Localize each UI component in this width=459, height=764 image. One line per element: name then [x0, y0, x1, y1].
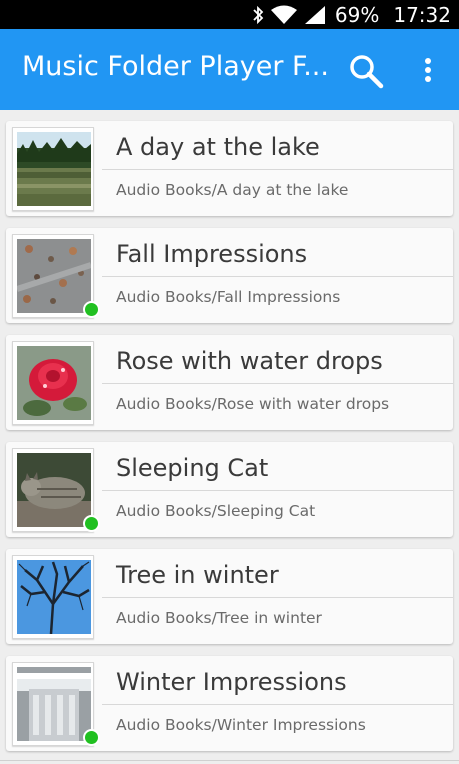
folder-title: Sleeping Cat [116, 454, 269, 482]
divider [102, 704, 453, 705]
folder-path: Audio Books/Fall Impressions [116, 288, 341, 306]
folder-item[interactable]: Rose with water drops Audio Books/Rose w… [6, 335, 453, 430]
bottom-divider [0, 760, 459, 761]
divider [102, 276, 453, 277]
folder-title: A day at the lake [116, 133, 320, 161]
playing-indicator [83, 729, 100, 746]
folder-title: Tree in winter [116, 561, 279, 589]
folder-item[interactable]: Tree in winter Audio Books/Tree in winte… [6, 549, 453, 644]
battery-level: 69% [334, 2, 380, 27]
playing-indicator [83, 515, 100, 532]
folder-path: Audio Books/Winter Impressions [116, 716, 366, 734]
divider [102, 490, 453, 491]
folder-item[interactable]: Winter Impressions Audio Books/Winter Im… [6, 656, 453, 751]
clock: 17:32 [393, 2, 451, 27]
folder-thumbnail [12, 555, 94, 639]
folder-item[interactable]: A day at the lake Audio Books/A day at t… [6, 121, 453, 216]
folder-path: Audio Books/A day at the lake [116, 181, 349, 199]
leaves-image [17, 239, 91, 313]
divider [102, 169, 453, 170]
folder-thumbnail [12, 127, 94, 211]
app-title: Music Folder Player F... [22, 51, 329, 82]
folder-title: Fall Impressions [116, 240, 308, 268]
folder-title: Winter Impressions [116, 668, 347, 696]
divider [102, 597, 453, 598]
more-vert-icon [425, 58, 431, 82]
folder-thumbnail [12, 448, 100, 532]
search-button[interactable] [348, 53, 384, 89]
wifi-icon [270, 5, 297, 25]
folder-path: Audio Books/Rose with water drops [116, 395, 390, 413]
cat-image [17, 453, 91, 527]
overflow-menu-button[interactable] [418, 53, 438, 89]
signal-icon [303, 5, 325, 25]
bluetooth-icon [251, 5, 265, 25]
playing-indicator [83, 301, 100, 318]
lake-image [17, 132, 91, 206]
folder-thumbnail [12, 341, 94, 425]
divider [102, 383, 453, 384]
winter-image [17, 667, 91, 741]
folder-path: Audio Books/Sleeping Cat [116, 502, 316, 520]
rose-image [17, 346, 91, 420]
folder-thumbnail [12, 662, 100, 746]
app-bar: Music Folder Player F... [0, 29, 459, 110]
search-icon [350, 55, 384, 89]
status-bar: 69% 17:32 [0, 0, 459, 29]
folder-list: A day at the lake Audio Books/A day at t… [0, 110, 459, 764]
folder-thumbnail [12, 234, 100, 318]
folder-item[interactable]: Fall Impressions Audio Books/Fall Impres… [6, 228, 453, 323]
folder-path: Audio Books/Tree in winter [116, 609, 322, 627]
folder-title: Rose with water drops [116, 347, 383, 375]
folder-item[interactable]: Sleeping Cat Audio Books/Sleeping Cat [6, 442, 453, 537]
tree-image [17, 560, 91, 634]
